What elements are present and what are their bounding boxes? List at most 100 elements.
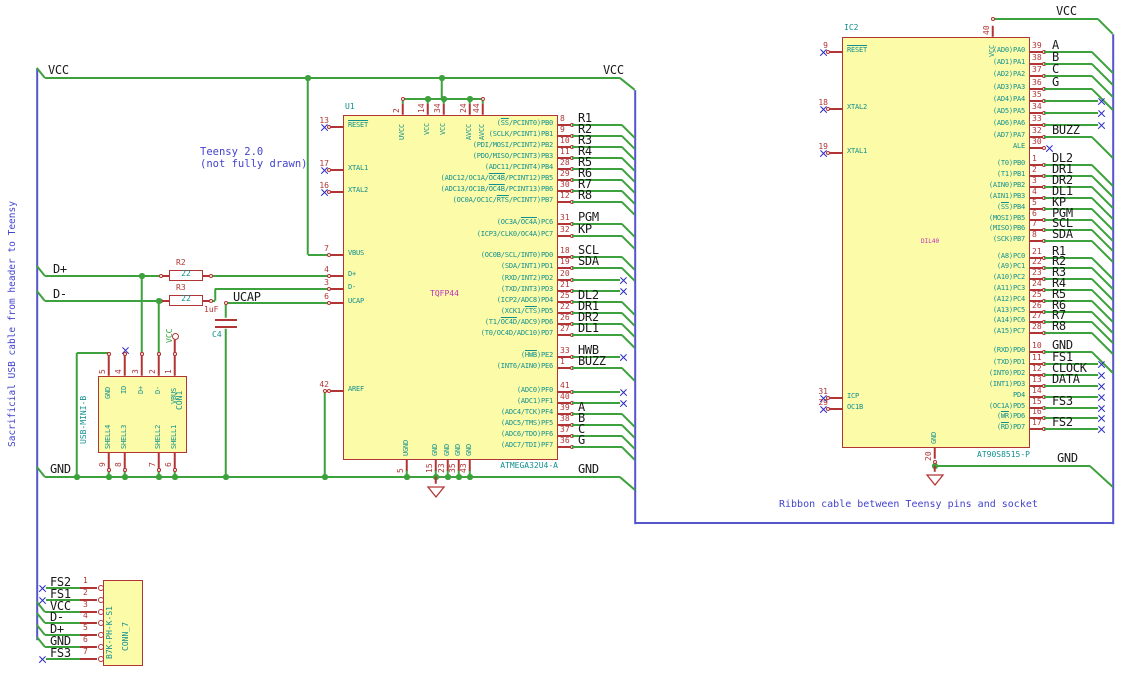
pin-lead [329, 390, 343, 392]
wire [141, 276, 143, 354]
net-label-GND[interactable]: GND [1057, 452, 1078, 465]
net-label-D+[interactable]: D+ [53, 263, 67, 276]
pin-lead [427, 104, 429, 115]
undefined: D- [154, 385, 162, 394]
pin-end-circle [481, 97, 485, 101]
junction-dot [139, 273, 145, 279]
pin-lead [469, 104, 471, 115]
pin-number: 25 [560, 291, 570, 300]
undefined: 44 [472, 103, 481, 113]
undefined: 4 [114, 369, 123, 374]
note-teensy-line1[interactable]: Teensy 2.0 [200, 146, 263, 158]
net-label-R8[interactable]: R8 [578, 189, 592, 202]
pin-number: 7 [324, 244, 329, 253]
pin-number: 33 [560, 346, 570, 355]
bus-entry [1091, 51, 1114, 74]
wire [1044, 100, 1098, 102]
pin-number: 37 [1032, 65, 1042, 74]
net-label-DL1[interactable]: DL1 [578, 322, 599, 335]
pin-name: (AIN1)PB3 [988, 192, 1025, 200]
pin-name: (ADC5/TMS)PF5 [500, 419, 553, 427]
pin-lead [329, 169, 343, 171]
net-label-VCC[interactable]: VCC [603, 64, 624, 77]
pin-number: 7 [83, 647, 88, 656]
pin-end-circle [933, 460, 937, 464]
pin-number: 13 [1032, 375, 1042, 384]
net-label-SDA[interactable]: SDA [578, 255, 599, 268]
net-label-GND[interactable]: GND [50, 463, 71, 476]
wire [46, 658, 80, 660]
pin-number: 29 [560, 169, 570, 178]
pin-name: XTAL1 [348, 164, 369, 172]
net-label-UCAP[interactable]: UCAP [233, 291, 261, 304]
net-label-G[interactable]: G [578, 434, 585, 447]
capacitor-plate [215, 325, 237, 329]
net-label-D-[interactable]: D- [53, 288, 67, 301]
pin-name: XTAL2 [847, 103, 868, 111]
pin-number: 6 [1032, 209, 1037, 218]
pin-lead [329, 275, 343, 277]
pin-end-circle [98, 585, 104, 591]
pin-name: (SS)PB4 [996, 203, 1025, 211]
pin-number: 20 [560, 269, 570, 278]
pin-number: 1 [1032, 154, 1037, 163]
no-connect-icon [1097, 393, 1106, 402]
no-connect-icon [1097, 109, 1106, 118]
junction-dot [156, 474, 162, 480]
pin-number: 37 [560, 425, 570, 434]
net-label-VCC[interactable]: VCC [1056, 5, 1077, 18]
con1-ref: CON1 [175, 390, 184, 410]
note-teensy-line2[interactable]: (not fully drawn) [200, 158, 307, 170]
con1-value: USB-MINI-B [79, 395, 88, 444]
pin-number: 39 [1032, 41, 1042, 50]
net-label-SDA[interactable]: SDA [1052, 228, 1073, 241]
net-label-G[interactable]: G [1052, 76, 1059, 89]
pin-name: XTAL1 [847, 147, 868, 155]
pin-name: (OC0B/SCL/INT0)PD0 [480, 251, 553, 259]
net-label-R8[interactable]: R8 [1052, 320, 1066, 333]
undefined: AVCC [478, 123, 486, 140]
pin-end-circle [323, 389, 327, 393]
net-label-FS3[interactable]: FS3 [1052, 395, 1073, 408]
wire [572, 267, 622, 269]
net-label-GND[interactable]: GND [578, 463, 599, 476]
pin-number: 3 [83, 600, 88, 609]
no-connect-icon [619, 399, 628, 408]
pin-lead [108, 354, 110, 376]
pin-number: 9 [560, 125, 565, 134]
junction-dot [456, 474, 462, 480]
note-ribbon-cable[interactable]: Ribbon cable between Teensy pins and soc… [779, 499, 1038, 511]
pin-number: 1 [83, 576, 88, 585]
pin-number: 24 [1032, 279, 1042, 288]
pin-end-circle [159, 274, 163, 278]
net-label-BUZZ[interactable]: BUZZ [1052, 124, 1080, 137]
undefined: UGND [402, 439, 410, 456]
note-sacrificial-usb-cable[interactable]: Sacrificial USB cable from header to Tee… [7, 201, 18, 447]
net-label-C[interactable]: C [1052, 63, 1059, 76]
pin-name: (A13)PC5 [992, 306, 1025, 314]
ic2-ref: IC2 [844, 23, 859, 32]
pin-end-circle [107, 468, 111, 472]
pin-number: 19 [560, 257, 570, 266]
pin-name: (AIN0)PB2 [988, 181, 1025, 189]
no-connect-icon [619, 287, 628, 296]
pin-end-circle [123, 352, 127, 356]
pin-name: (ADC7/TDI)PF7 [500, 441, 553, 449]
net-label-DATA[interactable]: DATA [1052, 373, 1080, 386]
pin-end-circle [123, 468, 127, 472]
net-label-FS2[interactable]: FS2 [1052, 416, 1073, 429]
pin-end-circle [157, 352, 161, 356]
net-label-VCC[interactable]: VCC [48, 64, 69, 77]
wire [572, 367, 622, 369]
pin-number: 15 [1032, 397, 1042, 406]
wire [1044, 407, 1098, 409]
pin-lead [406, 460, 408, 471]
undefined: 7 [148, 462, 157, 467]
no-connect-icon [1097, 382, 1106, 391]
junction-dot [425, 96, 431, 102]
net-label-KP[interactable]: KP [578, 223, 592, 236]
net-label-BUZZ[interactable]: BUZZ [578, 355, 606, 368]
u1-part: ATMEGA32U4-A [500, 461, 558, 470]
pin-number: 34 [1032, 102, 1042, 111]
pin-number: 4 [83, 611, 88, 620]
